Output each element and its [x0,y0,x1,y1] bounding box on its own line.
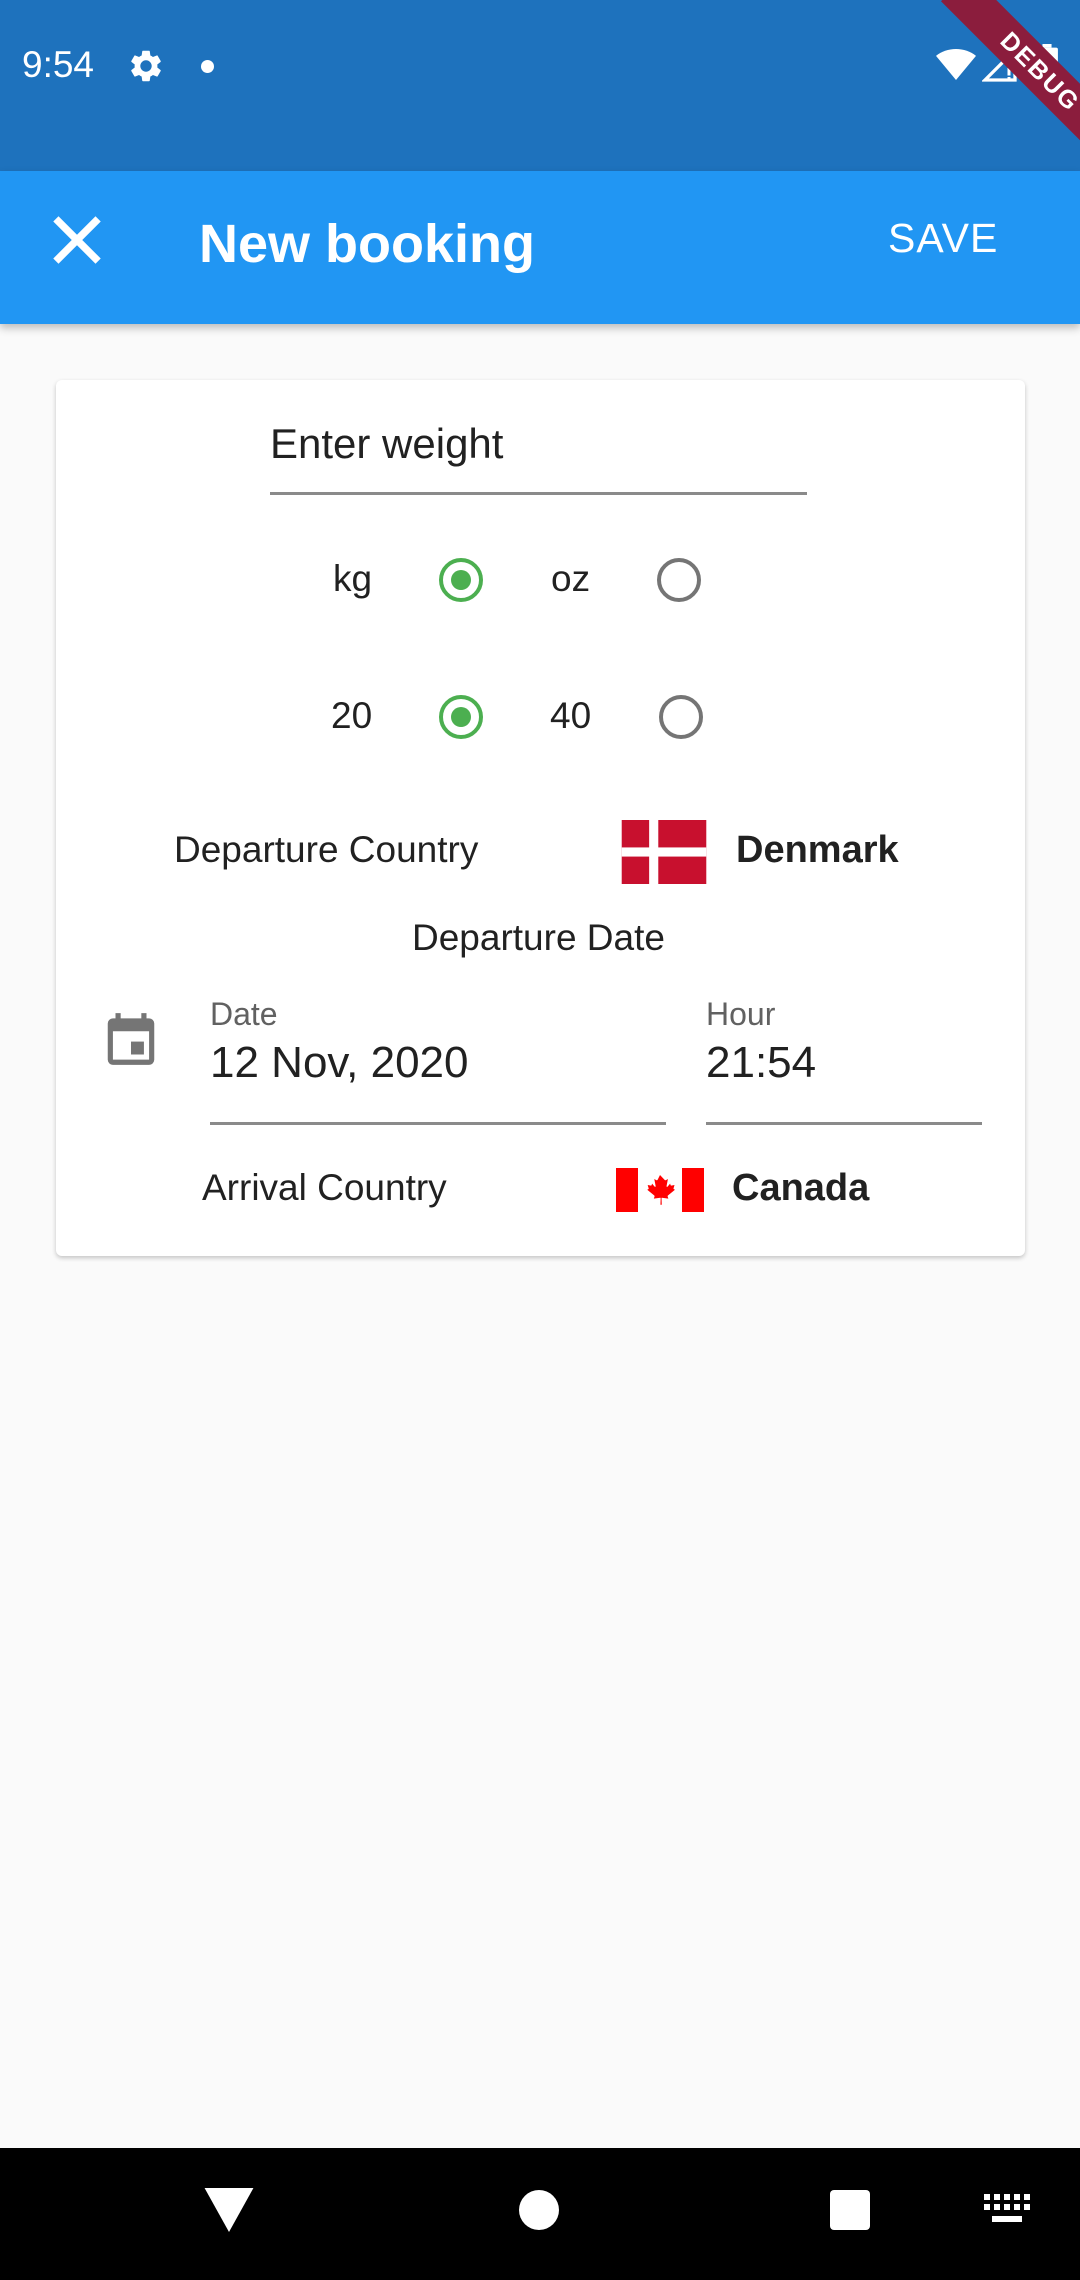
weight-placeholder: Enter weight [270,420,504,467]
arrival-country-label: Arrival Country [202,1167,447,1208]
departure-date-label: Departure Date [412,917,665,958]
departure-country-value[interactable]: Denmark [736,829,899,872]
status-bar: 9:54 DEBUG [0,0,1080,171]
home-icon[interactable] [519,2190,559,2230]
unit-option-kg-label: kg [333,558,373,599]
size-option-20-radio[interactable] [439,695,483,739]
notification-dot-icon [201,60,214,73]
hour-field-label: Hour [706,996,776,1032]
size-option-40-radio[interactable] [659,695,703,739]
size-option-40-label: 40 [550,695,592,736]
unit-option-oz-label: oz [551,558,591,599]
booking-form-card: Enter weight kg oz 20 40 Departure Count… [56,380,1025,1256]
date-field-underline [210,1122,666,1125]
keyboard-icon[interactable] [984,2194,1030,2224]
departure-country-label: Departure Country [174,829,479,870]
debug-banner: DEBUG [900,0,1080,180]
canada-flag-icon[interactable] [616,1168,704,1212]
unit-option-kg-radio[interactable] [439,558,483,602]
close-icon[interactable] [40,203,114,277]
weight-input[interactable]: Enter weight [270,420,807,495]
system-nav-bar [0,2148,1080,2280]
hour-field-underline [706,1122,982,1125]
calendar-icon [107,1013,155,1065]
arrival-country-value[interactable]: Canada [732,1167,869,1210]
save-button[interactable]: SAVE [888,215,998,262]
size-option-20-label: 20 [331,695,373,736]
denmark-flag-icon[interactable] [620,820,708,884]
app-bar: New booking SAVE [0,171,1080,324]
back-icon[interactable] [204,2188,254,2232]
date-field[interactable]: 12 Nov, 2020 [210,1038,468,1088]
unit-option-oz-radio[interactable] [657,558,701,602]
hour-field[interactable]: 21:54 [706,1038,816,1088]
date-field-label: Date [210,996,278,1032]
page-title: New booking [199,214,535,274]
recents-icon[interactable] [830,2190,870,2230]
screen: 9:54 DEBUG New booking SAVE Enter weight [0,0,1080,2280]
status-time: 9:54 [22,44,95,85]
debug-label: DEBUG [941,0,1080,171]
gear-icon [131,50,161,82]
